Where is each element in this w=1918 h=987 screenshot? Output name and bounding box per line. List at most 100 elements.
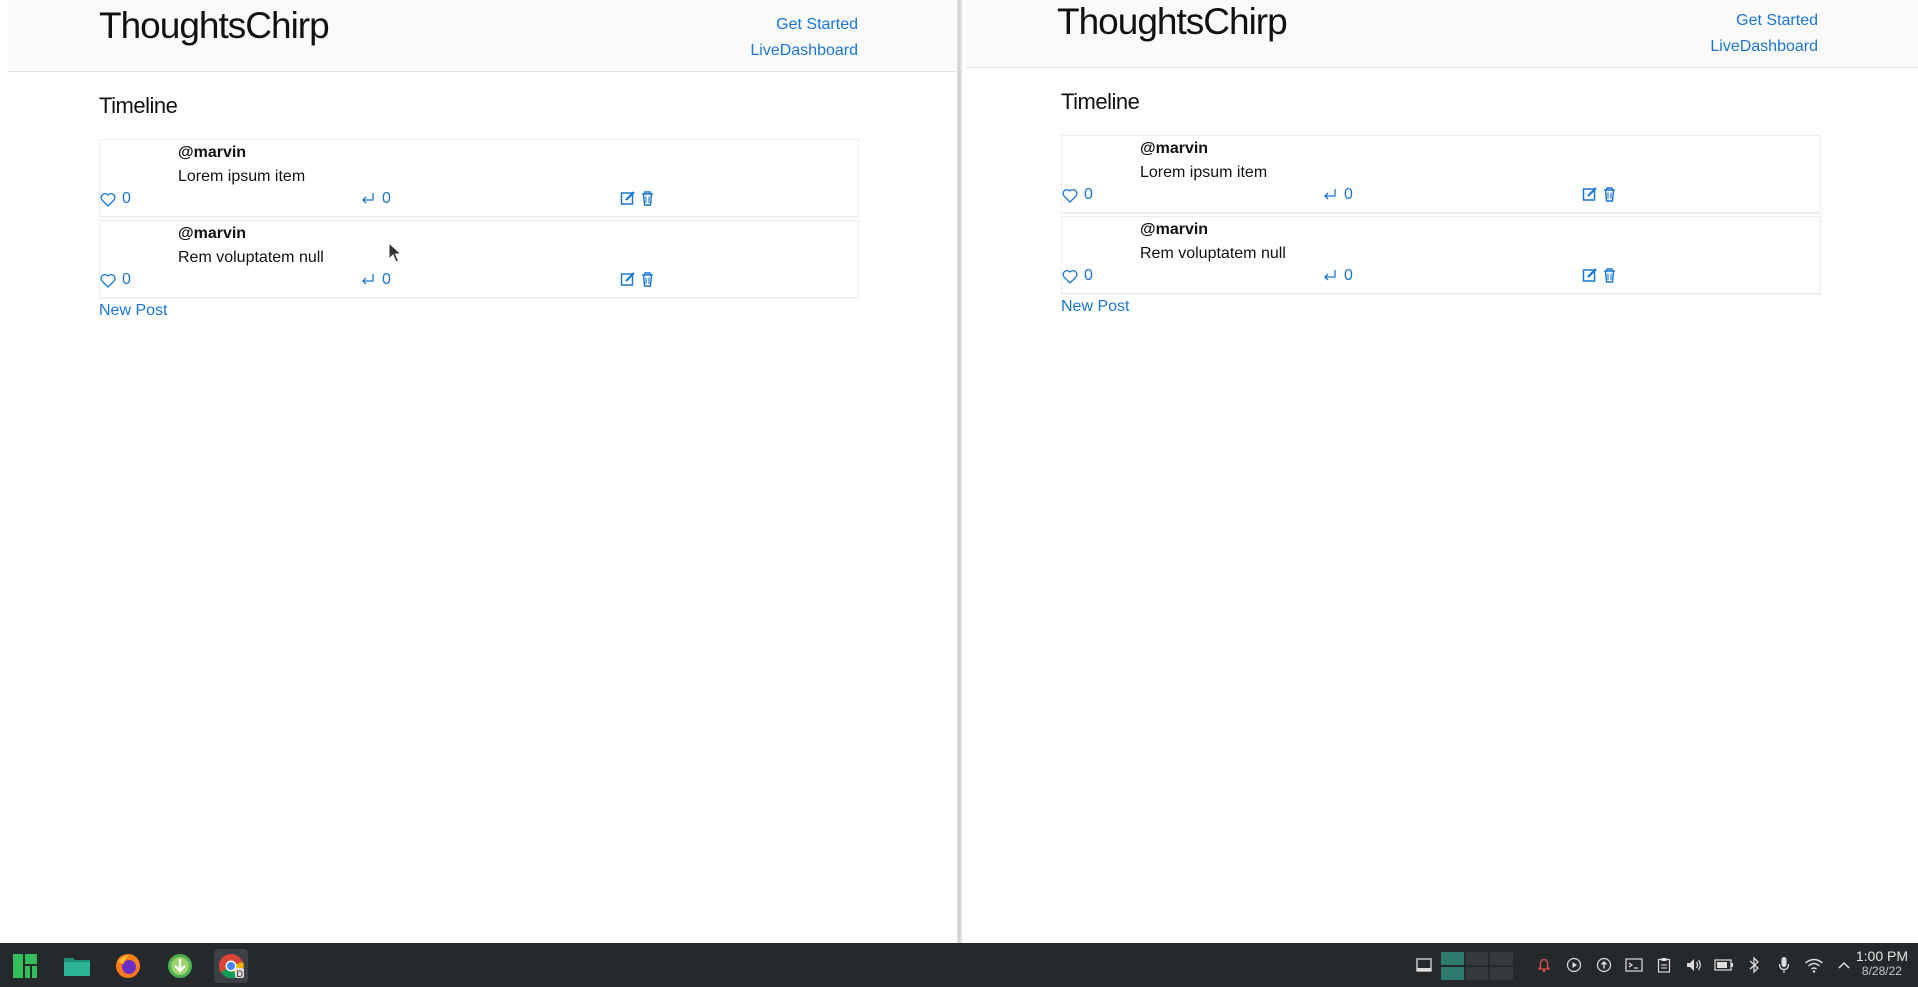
system-tray-left [1405, 954, 1435, 976]
edit-icon[interactable] [620, 271, 636, 287]
downloader-button[interactable] [163, 949, 197, 983]
repost-count: 0 [382, 190, 391, 207]
system-tray [1525, 954, 1855, 976]
app-header: ThoughtsChirp Get Started LiveDashboard [8, 0, 958, 72]
volume-icon[interactable] [1683, 954, 1705, 976]
reply-arrow-icon [362, 274, 374, 285]
like-count: 0 [122, 271, 131, 288]
battery-icon[interactable] [1713, 954, 1735, 976]
like-button[interactable]: 0 [100, 190, 131, 208]
microphone-icon[interactable] [1773, 954, 1795, 976]
firefox-icon [116, 954, 140, 978]
heart-icon [100, 192, 116, 207]
like-button[interactable]: 0 [1062, 186, 1093, 204]
repost-button[interactable]: 0 [360, 271, 391, 289]
get-started-link[interactable]: Get Started [1710, 8, 1818, 34]
post-body: Lorem ipsum item [178, 168, 306, 185]
desktop-6[interactable] [1490, 967, 1513, 980]
firefox-button[interactable] [111, 949, 145, 983]
post-author: @marvin [1140, 140, 1209, 157]
reply-arrow-icon [1324, 270, 1336, 281]
like-button[interactable]: 0 [1062, 267, 1093, 285]
trash-icon[interactable] [640, 190, 655, 206]
new-post-link[interactable]: New Post [99, 302, 859, 320]
edit-icon[interactable] [620, 190, 636, 206]
post-actions: 0 0 [1062, 267, 1820, 289]
browser-window-left: ThoughtsChirp Get Started LiveDashboard … [0, 0, 958, 943]
live-dashboard-link[interactable]: LiveDashboard [750, 38, 858, 64]
post-tools [620, 271, 655, 287]
chevron-up-icon[interactable] [1833, 954, 1855, 976]
edit-icon[interactable] [1582, 267, 1598, 283]
repost-count: 0 [1344, 267, 1353, 284]
post-card: @marvin Rem voluptatem null 0 0 [1061, 216, 1821, 294]
media-player-icon[interactable] [1563, 954, 1585, 976]
timeline-section: Timeline @marvin Lorem ipsum item 0 0 @m… [99, 93, 859, 320]
timeline-title: Timeline [1061, 89, 1140, 114]
trash-icon[interactable] [1602, 186, 1617, 202]
post-author: @marvin [1140, 221, 1209, 238]
taskbar: D 1:00 PM 8/28/22 [0, 943, 1918, 987]
post-body: Rem voluptatem null [1140, 245, 1286, 262]
app-header: ThoughtsChirp Get Started LiveDashboard [966, 0, 1918, 68]
post-author: @marvin [178, 225, 247, 242]
top-nav: Get Started LiveDashboard [1710, 8, 1818, 60]
desktop-4[interactable] [1441, 967, 1464, 980]
post-body: Rem voluptatem null [178, 249, 324, 266]
repost-button[interactable]: 0 [1322, 267, 1353, 285]
desktop-5[interactable] [1465, 967, 1489, 980]
post-card: @marvin Lorem ipsum item 0 0 [1061, 135, 1821, 213]
timeline-section: Timeline @marvin Lorem ipsum item 0 0 @m… [1061, 89, 1821, 316]
post-body: Lorem ipsum item [1140, 164, 1268, 181]
clock[interactable]: 1:00 PM 8/28/22 [1856, 949, 1908, 979]
repost-count: 0 [382, 271, 391, 288]
post-actions: 0 0 [1062, 186, 1820, 208]
post-card: @marvin Rem voluptatem null 0 0 [99, 220, 859, 298]
post-actions: 0 0 [100, 190, 858, 212]
heart-icon [100, 273, 116, 288]
updates-icon[interactable] [1593, 954, 1615, 976]
notification-bell-icon[interactable] [1533, 954, 1555, 976]
top-nav: Get Started LiveDashboard [750, 12, 858, 64]
post-tools [1582, 267, 1617, 283]
file-manager-button[interactable] [60, 949, 94, 983]
svg-text:D: D [237, 969, 244, 979]
post-author: @marvin [178, 144, 247, 161]
brand-logo[interactable]: ThoughtsChirp [99, 5, 330, 47]
new-post-link[interactable]: New Post [1061, 298, 1821, 316]
brand-logo[interactable]: ThoughtsChirp [1057, 1, 1288, 43]
post-card: @marvin Lorem ipsum item 0 0 [99, 139, 859, 217]
virtual-desktop-pager[interactable] [1441, 952, 1513, 980]
post-actions: 0 0 [100, 271, 858, 293]
reply-arrow-icon [1324, 189, 1336, 200]
wifi-icon[interactable] [1803, 954, 1825, 976]
terminal-icon[interactable] [1623, 954, 1645, 976]
clipboard-icon[interactable] [1653, 954, 1675, 976]
heart-icon [1062, 188, 1078, 203]
like-button[interactable]: 0 [100, 271, 131, 289]
clock-date: 8/28/22 [1861, 964, 1902, 978]
repost-button[interactable]: 0 [1322, 186, 1353, 204]
like-count: 0 [1084, 267, 1093, 284]
bluetooth-icon[interactable] [1743, 954, 1765, 976]
desktop-1[interactable] [1441, 952, 1464, 965]
edit-icon[interactable] [1582, 186, 1598, 202]
manjaro-logo-icon [13, 954, 37, 978]
get-started-link[interactable]: Get Started [750, 12, 858, 38]
start-menu-button[interactable] [8, 949, 42, 983]
like-count: 0 [1084, 186, 1093, 203]
post-tools [1582, 186, 1617, 202]
trash-icon[interactable] [1602, 267, 1617, 283]
mouse-cursor-icon [388, 242, 402, 263]
browser-window-right: ThoughtsChirp Get Started LiveDashboard … [962, 0, 1918, 943]
live-dashboard-link[interactable]: LiveDashboard [1710, 34, 1818, 60]
show-desktop-icon[interactable] [1413, 954, 1435, 976]
clock-time: 1:00 PM [1855, 948, 1908, 964]
desktop-3[interactable] [1490, 952, 1513, 965]
chrome-button[interactable]: D [214, 949, 248, 983]
chrome-icon: D [219, 954, 244, 979]
repost-button[interactable]: 0 [360, 190, 391, 208]
post-tools [620, 190, 655, 206]
trash-icon[interactable] [640, 271, 655, 287]
desktop-2[interactable] [1465, 952, 1489, 965]
